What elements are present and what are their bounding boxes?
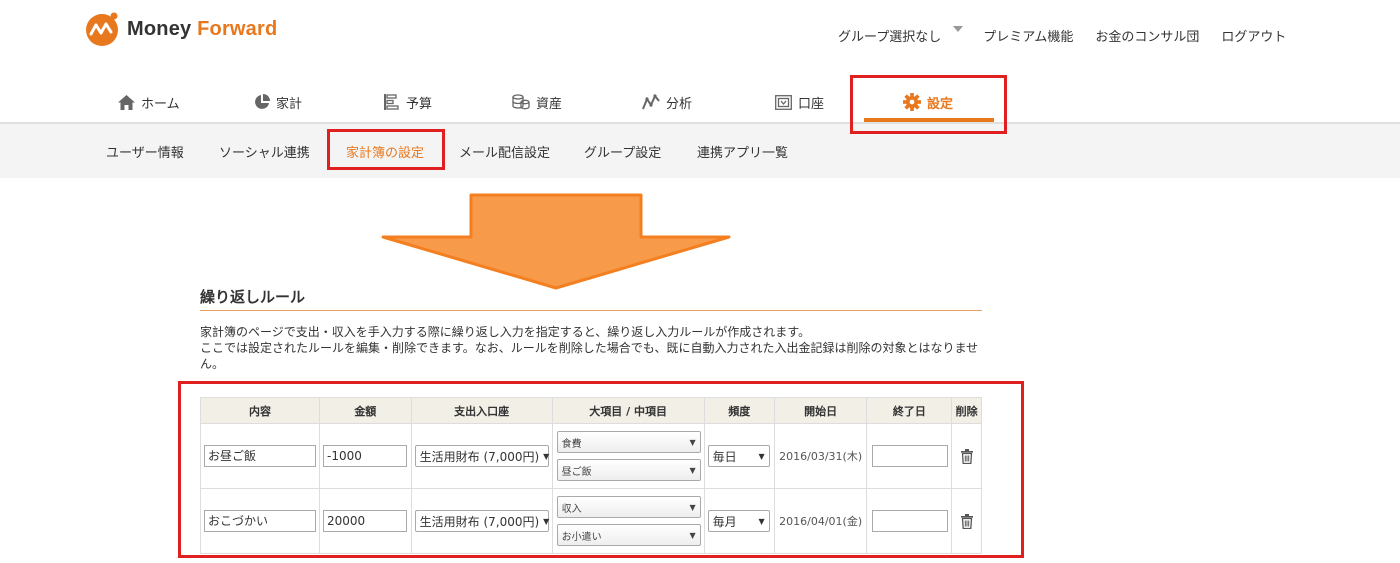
frequency-value: 毎日	[712, 449, 737, 464]
coins-icon	[512, 94, 530, 110]
rules-table: 内容 金額 支出入口座 大項目 / 中項目 頻度 開始日 終了日 削除 お昼ご飯…	[200, 397, 982, 554]
tab-label: 分析	[666, 96, 693, 112]
header-frequency: 頻度	[703, 397, 775, 424]
header-start-date: 開始日	[773, 397, 868, 424]
line-chart-icon	[642, 94, 660, 110]
description-line: 家計簿のページで支出・収入を手入力する際に繰り返し入力を指定すると、繰り返し入力…	[200, 325, 811, 339]
end-date-input[interactable]	[872, 510, 949, 532]
tab-accounts[interactable]: 口座	[775, 82, 824, 122]
frequency-select[interactable]: 毎日 ▼	[707, 445, 770, 467]
main-nav: ホーム 家計 予算 資産 分析 口座 設定	[0, 82, 1400, 122]
frequency-select[interactable]: 毎月 ▼	[707, 510, 770, 532]
tab-analysis[interactable]: 分析	[642, 82, 692, 122]
large-category-select[interactable]: 食費 ▼	[556, 431, 701, 453]
home-icon	[118, 94, 135, 110]
header-content: 内容	[200, 397, 320, 424]
subnav-user-info[interactable]: ユーザー情報	[106, 142, 184, 161]
premium-link[interactable]: プレミアム機能	[983, 26, 1073, 45]
content-input[interactable]: おこづかい	[204, 510, 316, 532]
money-forward-logo-icon	[83, 10, 121, 48]
start-date: 2016/03/31(木)	[773, 423, 868, 489]
caret-down-icon: ▼	[689, 502, 696, 512]
amount-input[interactable]: 20000	[323, 510, 407, 532]
table-row: お昼ご飯 -1000 生活用財布 (7,000円) ▼ 食費 ▼ 昼ご飯 ▼ 毎日 ▼ …	[200, 423, 982, 489]
account-select-value: 生活用財布 (7,000円)	[419, 449, 540, 464]
tab-label: 家計	[276, 96, 303, 112]
subnav-social[interactable]: ソーシャル連携	[219, 142, 310, 161]
header-account: 支出入口座	[410, 397, 553, 424]
top-nav: グループ選択なし プレミアム機能 お金のコンサル団 ログアウト	[838, 26, 1308, 45]
trash-icon	[960, 448, 973, 464]
highlight-household-settings	[327, 129, 445, 170]
tab-label: 口座	[798, 96, 825, 112]
description-line: ここでは設定されたルールを編集・削除できます。なお、ルールを削除した場合でも、既…	[200, 341, 979, 371]
section-divider	[200, 310, 982, 311]
header-category: 大項目 / 中項目	[551, 397, 705, 424]
logo[interactable]: Money Forward	[83, 10, 277, 48]
header-amount: 金額	[319, 397, 412, 424]
header-end-date: 終了日	[866, 397, 953, 424]
highlight-settings-tab	[850, 75, 1007, 134]
middle-category-select[interactable]: お小遣い ▼	[556, 524, 701, 546]
tab-household[interactable]: 家計	[254, 82, 302, 122]
account-icon	[775, 94, 792, 110]
large-category-select[interactable]: 収入 ▼	[556, 496, 701, 518]
caret-down-icon: ▼	[543, 451, 550, 461]
delete-button[interactable]	[955, 448, 978, 464]
tab-label: 予算	[406, 96, 433, 112]
chevron-down-icon[interactable]	[953, 26, 964, 32]
caret-down-icon: ▼	[689, 530, 696, 540]
large-category-value: 食費	[561, 438, 582, 450]
section-title: 繰り返しルール	[200, 288, 306, 306]
logout-link[interactable]: ログアウト	[1221, 26, 1286, 45]
tab-assets[interactable]: 資産	[512, 82, 562, 122]
caret-down-icon: ▼	[758, 451, 765, 461]
table-row: おこづかい 20000 生活用財布 (7,000円) ▼ 収入 ▼ お小遣い ▼ 毎月…	[200, 488, 982, 554]
subnav-group[interactable]: グループ設定	[584, 142, 661, 161]
tab-label: ホーム	[141, 96, 180, 112]
table-header-row: 内容 金額 支出入口座 大項目 / 中項目 頻度 開始日 終了日 削除	[200, 397, 982, 424]
content-input[interactable]: お昼ご飯	[204, 445, 316, 467]
account-select-value: 生活用財布 (7,000円)	[419, 514, 540, 529]
middle-category-value: お小遣い	[561, 531, 602, 543]
caret-down-icon: ▼	[543, 516, 550, 526]
tab-label: 資産	[536, 96, 563, 112]
header-delete: 削除	[951, 397, 982, 424]
subnav-apps[interactable]: 連携アプリ一覧	[697, 142, 788, 161]
middle-category-value: 昼ご飯	[561, 466, 592, 478]
subnav-mail[interactable]: メール配信設定	[459, 142, 550, 161]
trash-icon	[960, 513, 973, 529]
start-date: 2016/04/01(金)	[773, 488, 868, 554]
tab-home[interactable]: ホーム	[118, 82, 180, 122]
large-category-value: 収入	[561, 503, 582, 515]
section-description: 家計簿のページで支出・収入を手入力する際に繰り返し入力を指定すると、繰り返し入力…	[200, 324, 990, 372]
group-select[interactable]: グループ選択なし	[838, 26, 941, 45]
caret-down-icon: ▼	[758, 516, 765, 526]
logo-text: Money Forward	[127, 17, 278, 40]
down-arrow-icon	[380, 193, 732, 295]
caret-down-icon: ▼	[689, 465, 696, 475]
sub-nav: ユーザー情報 ソーシャル連携 家計簿の設定 メール配信設定 グループ設定 連携ア…	[0, 124, 1400, 178]
end-date-input[interactable]	[872, 445, 949, 467]
tab-budget[interactable]: 予算	[384, 82, 432, 122]
caret-down-icon: ▼	[689, 437, 696, 447]
account-select[interactable]: 生活用財布 (7,000円) ▼	[414, 510, 550, 532]
budget-icon	[384, 94, 400, 110]
account-select[interactable]: 生活用財布 (7,000円) ▼	[414, 445, 550, 467]
frequency-value: 毎月	[712, 514, 737, 529]
pie-chart-icon	[254, 94, 270, 110]
middle-category-select[interactable]: 昼ご飯 ▼	[556, 459, 701, 481]
amount-input[interactable]: -1000	[323, 445, 407, 467]
delete-button[interactable]	[955, 513, 978, 529]
consult-link[interactable]: お金のコンサル団	[1095, 26, 1199, 45]
